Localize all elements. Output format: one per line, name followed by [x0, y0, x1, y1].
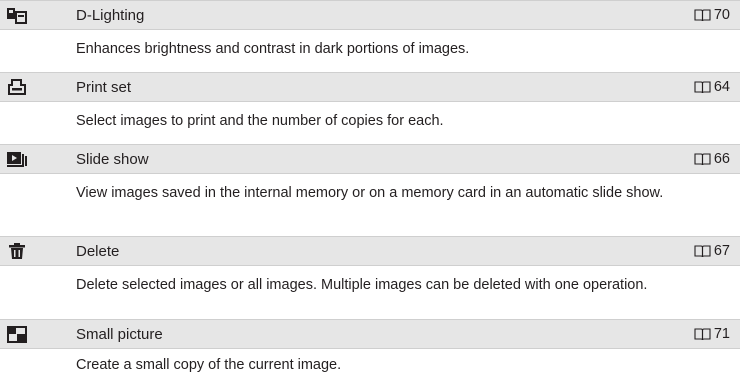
book-icon — [694, 153, 711, 166]
book-icon — [694, 245, 711, 258]
page-number: 67 — [713, 243, 730, 259]
book-icon — [694, 81, 711, 94]
small-picture-icon — [7, 326, 27, 343]
page-reference[interactable]: 67 — [694, 237, 730, 266]
row-print-set: Print set 64 — [0, 72, 740, 102]
page-number: 70 — [713, 7, 730, 23]
page-reference[interactable]: 64 — [694, 73, 730, 102]
item-title: D-Lighting — [76, 7, 145, 24]
book-icon — [694, 9, 711, 22]
page-reference[interactable]: 70 — [694, 1, 730, 30]
item-description: Select images to print and the number of… — [76, 113, 444, 129]
item-description: Enhances brightness and contrast in dark… — [76, 41, 470, 57]
item-description: View images saved in the internal memory… — [76, 185, 664, 201]
page-reference[interactable]: 66 — [694, 145, 730, 174]
item-title: Slide show — [76, 151, 149, 168]
d-lighting-icon — [7, 7, 27, 24]
row-small-picture: Small picture 71 — [0, 319, 740, 349]
page-number: 66 — [713, 151, 730, 167]
item-description: Create a small copy of the current image… — [76, 357, 342, 373]
item-description: Delete selected images or all images. Mu… — [76, 277, 648, 293]
delete-icon — [7, 243, 27, 260]
print-set-icon — [7, 79, 27, 96]
row-delete: Delete 67 — [0, 236, 740, 266]
slide-show-icon — [7, 151, 27, 168]
menu-reference-table: D-Lighting 70 Enhances brightness and co… — [0, 0, 740, 374]
item-title: Small picture — [76, 326, 163, 343]
page-number: 71 — [713, 326, 730, 342]
row-d-lighting: D-Lighting 70 — [0, 0, 740, 30]
page-reference[interactable]: 71 — [694, 320, 730, 349]
item-title: Print set — [76, 79, 132, 96]
row-slide-show: Slide show 66 — [0, 144, 740, 174]
book-icon — [694, 328, 711, 341]
page-number: 64 — [713, 79, 730, 95]
item-title: Delete — [76, 243, 120, 260]
